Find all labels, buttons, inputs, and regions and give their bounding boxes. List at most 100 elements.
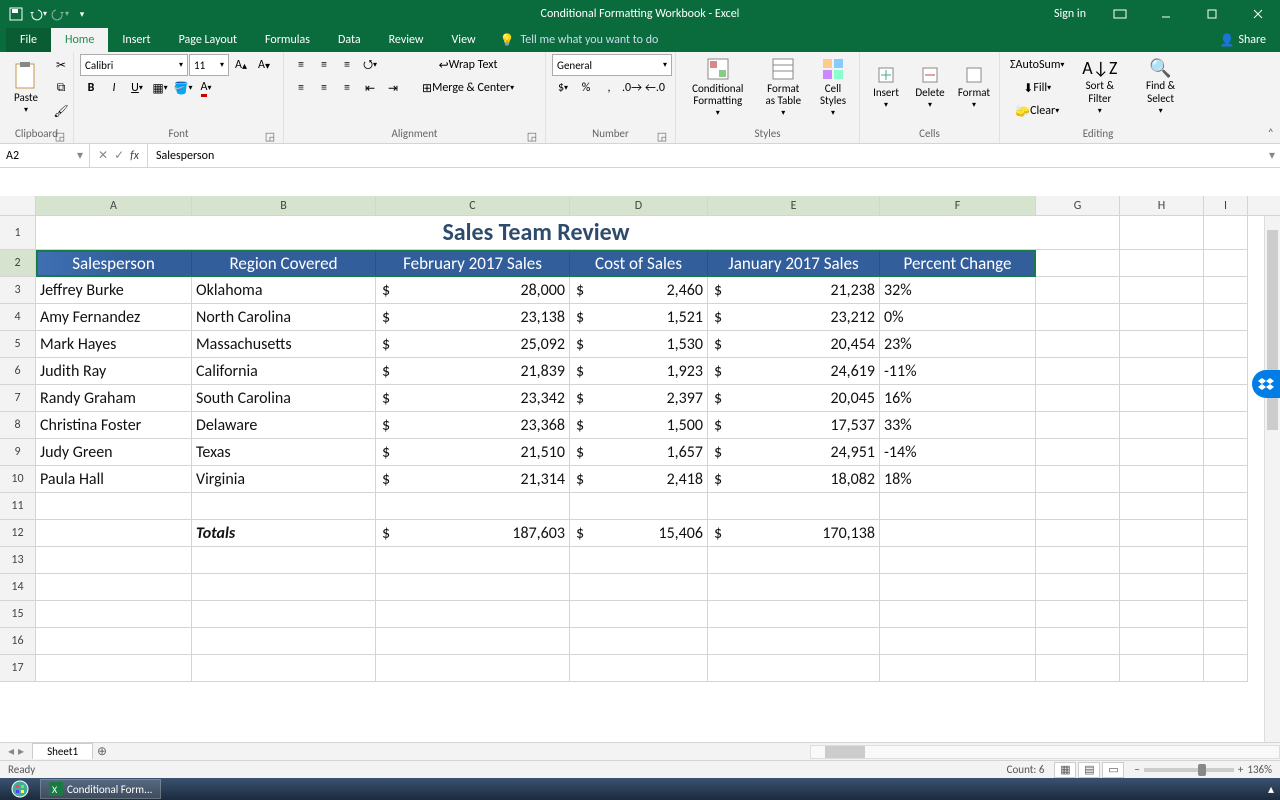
paste-button[interactable]: Paste ▾ <box>6 54 46 120</box>
cell[interactable] <box>1036 304 1120 331</box>
format-painter-icon[interactable]: 🖌 <box>50 100 72 122</box>
collapse-ribbon-icon[interactable]: ˄ <box>1268 127 1274 141</box>
sort-filter-button[interactable]: A↓ZSort & Filter▾ <box>1072 54 1127 120</box>
cell[interactable] <box>1120 628 1204 655</box>
row-header[interactable]: 16 <box>0 628 36 655</box>
vertical-scrollbar[interactable] <box>1264 216 1280 742</box>
cell[interactable] <box>1204 547 1248 574</box>
cell[interactable]: 0% <box>880 304 1036 331</box>
cell[interactable] <box>192 547 376 574</box>
cell[interactable]: $24,619 <box>708 358 880 385</box>
qat-customize-icon[interactable]: ▾ <box>72 4 92 24</box>
zoom-slider[interactable] <box>1144 768 1234 772</box>
cell[interactable]: $170,138 <box>708 520 880 547</box>
tab-insert[interactable]: Insert <box>108 28 164 52</box>
italic-icon[interactable]: I <box>103 77 125 99</box>
increase-decimal-icon[interactable]: .0→ <box>621 77 643 99</box>
cell[interactable]: -11% <box>880 358 1036 385</box>
cell[interactable]: Mark Hayes <box>36 331 192 358</box>
cell[interactable] <box>880 520 1036 547</box>
row-header[interactable]: 7 <box>0 385 36 412</box>
copy-icon[interactable]: ⧉ <box>50 77 72 99</box>
row-header[interactable]: 6 <box>0 358 36 385</box>
col-header[interactable]: I <box>1204 196 1248 215</box>
cell[interactable] <box>1036 601 1120 628</box>
cell[interactable] <box>880 547 1036 574</box>
cell[interactable] <box>1120 466 1204 493</box>
cell[interactable]: 23% <box>880 331 1036 358</box>
expand-formula-icon[interactable]: ▾ <box>1264 144 1280 167</box>
cell[interactable] <box>192 574 376 601</box>
undo-icon[interactable]: ▾ <box>28 4 48 24</box>
cell[interactable] <box>1036 574 1120 601</box>
comma-format-icon[interactable]: , <box>598 77 620 99</box>
cell[interactable]: 33% <box>880 412 1036 439</box>
tab-data[interactable]: Data <box>324 28 375 52</box>
cell[interactable] <box>1204 628 1248 655</box>
increase-indent-icon[interactable]: ⇥ <box>382 77 404 99</box>
system-tray[interactable]: ▴ <box>1262 782 1280 797</box>
normal-view-icon[interactable]: ▦ <box>1054 762 1076 778</box>
ribbon-display-icon[interactable] <box>1098 0 1142 28</box>
header-cell[interactable]: Percent Change <box>880 250 1036 277</box>
row-header[interactable]: 5 <box>0 331 36 358</box>
find-select-button[interactable]: 🔍Find & Select▾ <box>1131 54 1190 120</box>
cell[interactable] <box>1036 628 1120 655</box>
conditional-formatting-button[interactable]: Conditional Formatting▾ <box>682 54 754 120</box>
cell[interactable] <box>1204 439 1248 466</box>
cell[interactable] <box>1204 466 1248 493</box>
cell[interactable]: Oklahoma <box>192 277 376 304</box>
col-header[interactable]: G <box>1036 196 1120 215</box>
chevron-down-icon[interactable]: ▾ <box>77 148 83 163</box>
cell[interactable] <box>1036 547 1120 574</box>
row-header[interactable]: 13 <box>0 547 36 574</box>
cell[interactable]: $21,314 <box>376 466 570 493</box>
font-size-combo[interactable]: 11▾ <box>189 54 229 76</box>
font-name-combo[interactable]: Calibri▾ <box>80 54 188 76</box>
cell[interactable]: 16% <box>880 385 1036 412</box>
cell[interactable]: $187,603 <box>376 520 570 547</box>
cell-styles-button[interactable]: Cell Styles▾ <box>813 54 853 120</box>
tab-review[interactable]: Review <box>375 28 438 52</box>
cell[interactable] <box>1204 493 1248 520</box>
cell[interactable] <box>1120 493 1204 520</box>
tab-home[interactable]: Home <box>51 28 108 52</box>
save-icon[interactable] <box>6 4 26 24</box>
cell[interactable] <box>1120 439 1204 466</box>
cell[interactable]: $17,537 <box>708 412 880 439</box>
cell[interactable] <box>880 574 1036 601</box>
cell[interactable]: Totals <box>192 520 376 547</box>
cell[interactable]: $21,839 <box>376 358 570 385</box>
align-middle-icon[interactable]: ≡ <box>313 54 335 76</box>
cell[interactable] <box>1204 655 1248 682</box>
cell[interactable] <box>570 628 708 655</box>
align-bottom-icon[interactable]: ≡ <box>336 54 358 76</box>
cell[interactable] <box>708 547 880 574</box>
cell[interactable]: Massachusetts <box>192 331 376 358</box>
cell[interactable]: $28,000 <box>376 277 570 304</box>
cell[interactable] <box>1036 277 1120 304</box>
cell[interactable] <box>570 547 708 574</box>
maximize-icon[interactable] <box>1190 0 1234 28</box>
cell[interactable] <box>192 601 376 628</box>
merge-center-button[interactable]: ⊞ Merge & Center ▾ <box>416 77 520 99</box>
cell[interactable] <box>36 628 192 655</box>
cell[interactable] <box>708 628 880 655</box>
cell[interactable]: $23,368 <box>376 412 570 439</box>
cell[interactable] <box>1204 412 1248 439</box>
cell[interactable]: 32% <box>880 277 1036 304</box>
cell[interactable] <box>192 493 376 520</box>
cell[interactable] <box>36 601 192 628</box>
cell[interactable] <box>1120 574 1204 601</box>
cell[interactable]: North Carolina <box>192 304 376 331</box>
cell[interactable] <box>376 628 570 655</box>
cell[interactable] <box>192 628 376 655</box>
cell[interactable]: $23,342 <box>376 385 570 412</box>
cell[interactable]: $21,238 <box>708 277 880 304</box>
number-format-combo[interactable]: General▾ <box>552 54 672 76</box>
cell[interactable] <box>880 628 1036 655</box>
align-top-icon[interactable]: ≡ <box>290 54 312 76</box>
zoom-level[interactable]: 136% <box>1247 763 1272 776</box>
tab-view[interactable]: View <box>438 28 490 52</box>
cell[interactable]: $21,510 <box>376 439 570 466</box>
